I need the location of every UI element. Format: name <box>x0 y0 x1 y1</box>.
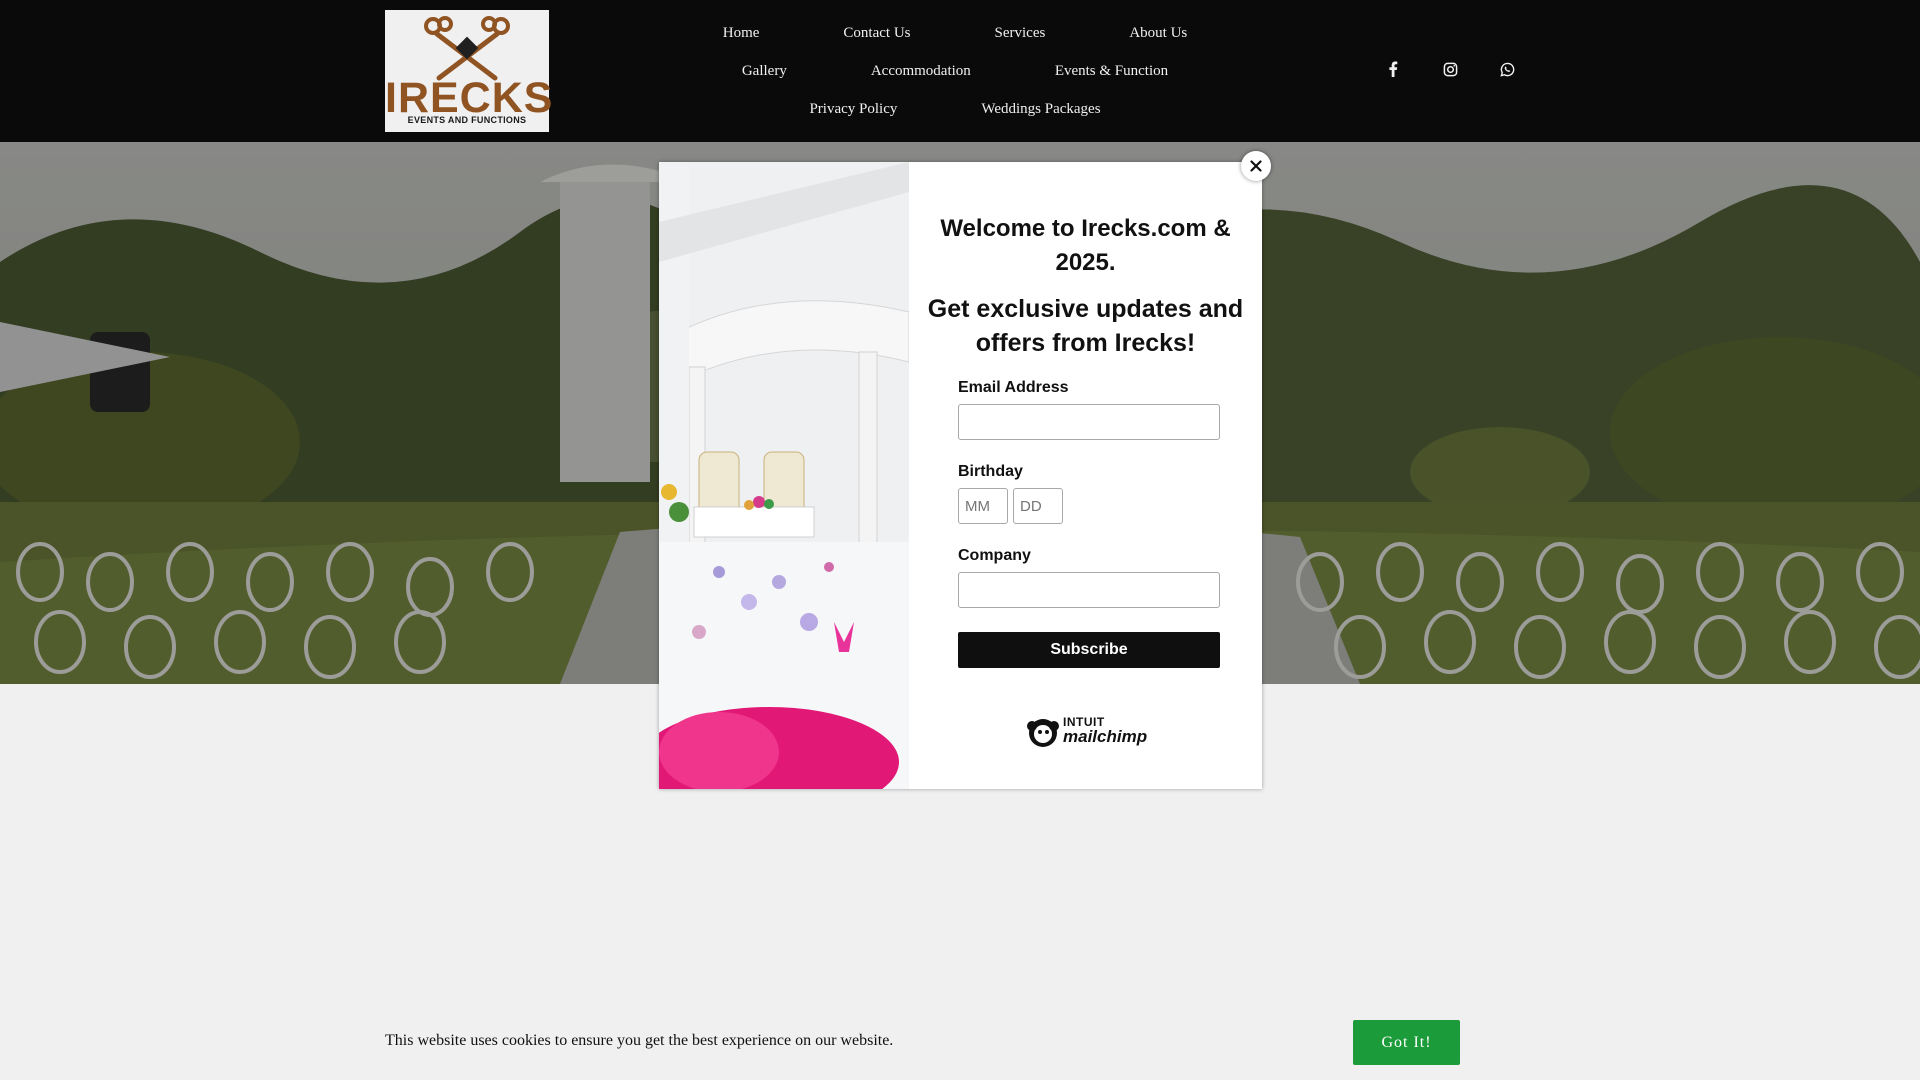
popup-form-panel: Welcome to Irecks.com & 2025. Get exclus… <box>909 162 1262 789</box>
popup-wedding-image <box>659 162 909 789</box>
company-field[interactable] <box>958 572 1220 608</box>
mailchimp-logo[interactable]: INTUIT mailchimp <box>1026 712 1152 752</box>
popup-offers-heading: Get exclusive updates and offers from Ir… <box>927 295 1244 357</box>
mailchimp-text: mailchimp <box>1063 727 1148 746</box>
company-label: Company <box>958 547 1031 564</box>
birthday-label: Birthday <box>958 463 1023 480</box>
newsletter-popup: Welcome to Irecks.com & 2025. Get exclus… <box>659 162 1262 789</box>
email-field[interactable] <box>958 404 1220 440</box>
cookie-notice-text: This website uses cookies to ensure you … <box>385 1032 894 1049</box>
close-icon[interactable] <box>1241 151 1271 181</box>
popup-welcome-heading: Welcome to Irecks.com & 2025. <box>940 215 1231 276</box>
mailchimp-icon <box>1027 719 1059 747</box>
email-label: Email Address <box>958 379 1069 396</box>
birthday-month-field[interactable] <box>958 488 1008 524</box>
birthday-day-field[interactable] <box>1013 488 1063 524</box>
cookie-accept-button[interactable]: Got It! <box>1353 1020 1460 1065</box>
subscribe-button[interactable]: Subscribe <box>958 632 1220 668</box>
